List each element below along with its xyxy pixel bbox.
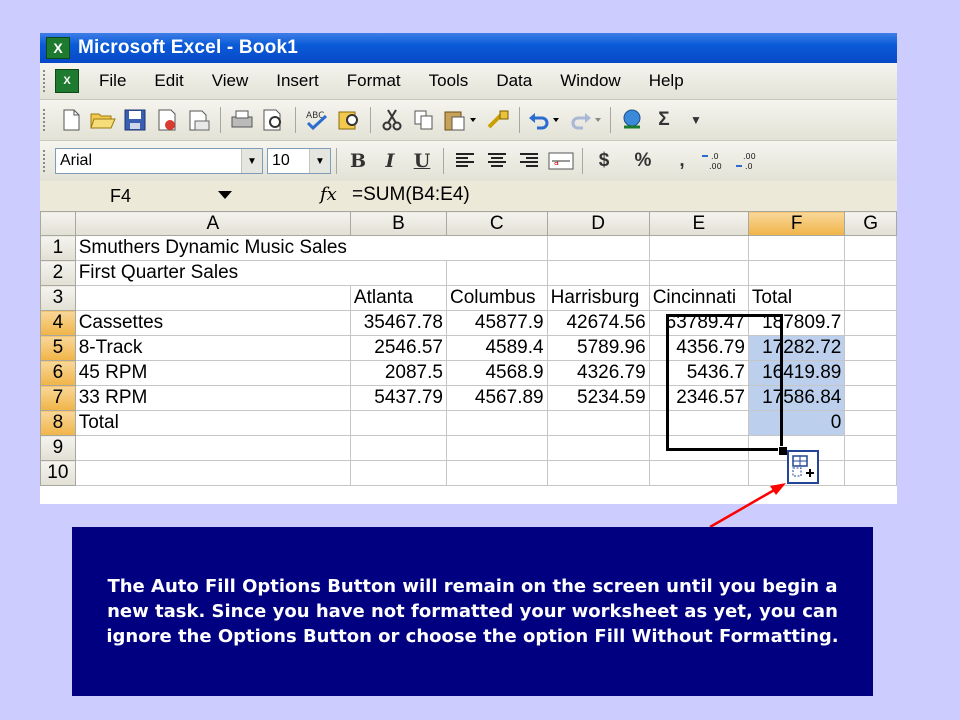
caption-text: The Auto Fill Options Button will remain… (106, 576, 839, 647)
caption-panel: The Auto Fill Options Button will remain… (72, 527, 873, 696)
